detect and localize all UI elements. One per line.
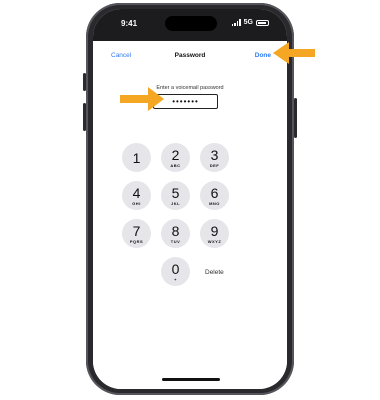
key-8[interactable]: 8 TUV xyxy=(161,219,190,248)
key-letters: PQRS xyxy=(129,238,144,244)
key-9[interactable]: 9 WXYZ xyxy=(200,219,229,248)
key-digit: 6 xyxy=(210,184,219,201)
key-3[interactable]: 3 DEF xyxy=(200,143,229,172)
dynamic-island xyxy=(165,16,217,31)
key-digit: 2 xyxy=(171,146,180,163)
status-bar: 9:41 5G xyxy=(93,9,287,41)
key-4[interactable]: 4 GHI xyxy=(122,181,151,210)
key-letters: TUV xyxy=(170,238,181,244)
battery-icon xyxy=(256,19,269,26)
key-letters: DEF xyxy=(209,162,220,168)
key-digit: 9 xyxy=(210,222,219,239)
status-time: 9:41 xyxy=(121,19,138,28)
key-6[interactable]: 6 MNO xyxy=(200,181,229,210)
pointer-arrow-icon xyxy=(120,87,164,111)
key-5[interactable]: 5 JKL xyxy=(161,181,190,210)
key-7[interactable]: 7 PQRS xyxy=(122,219,151,248)
side-button-left-2 xyxy=(83,103,86,131)
key-letters: GHI xyxy=(132,200,141,206)
key-digit: 7 xyxy=(132,222,141,239)
key-0[interactable]: 0 + xyxy=(161,257,190,286)
nav-bar: Cancel Password Done xyxy=(93,41,287,67)
key-digit: 3 xyxy=(210,146,219,163)
delete-button[interactable]: Delete xyxy=(205,269,224,276)
key-2[interactable]: 2 ABC xyxy=(161,143,190,172)
key-digit: 8 xyxy=(171,222,180,239)
side-button-left-1 xyxy=(83,73,86,91)
phone-frame: 9:41 5G Cancel Password Done Enter a voi… xyxy=(83,3,297,395)
screen: 9:41 5G Cancel Password Done Enter a voi… xyxy=(93,9,287,389)
key-digit: 1 xyxy=(132,149,141,166)
network-label: 5G xyxy=(243,19,253,26)
key-letters: MNO xyxy=(209,200,220,206)
key-letters: + xyxy=(174,276,177,282)
key-1[interactable]: 1 xyxy=(122,143,151,172)
key-digit: 0 xyxy=(171,260,180,277)
signal-icon xyxy=(231,19,241,26)
home-indicator xyxy=(162,378,220,381)
key-letters: JKL xyxy=(170,200,181,206)
key-digit: 5 xyxy=(171,184,180,201)
key-letters: WXYZ xyxy=(207,238,222,244)
status-indicators: 5G xyxy=(231,19,269,26)
key-letters: ABC xyxy=(170,162,181,168)
pointer-arrow-icon xyxy=(273,42,315,64)
side-button-right xyxy=(294,98,297,138)
key-digit: 4 xyxy=(132,184,141,201)
done-button[interactable]: Done xyxy=(255,52,271,59)
